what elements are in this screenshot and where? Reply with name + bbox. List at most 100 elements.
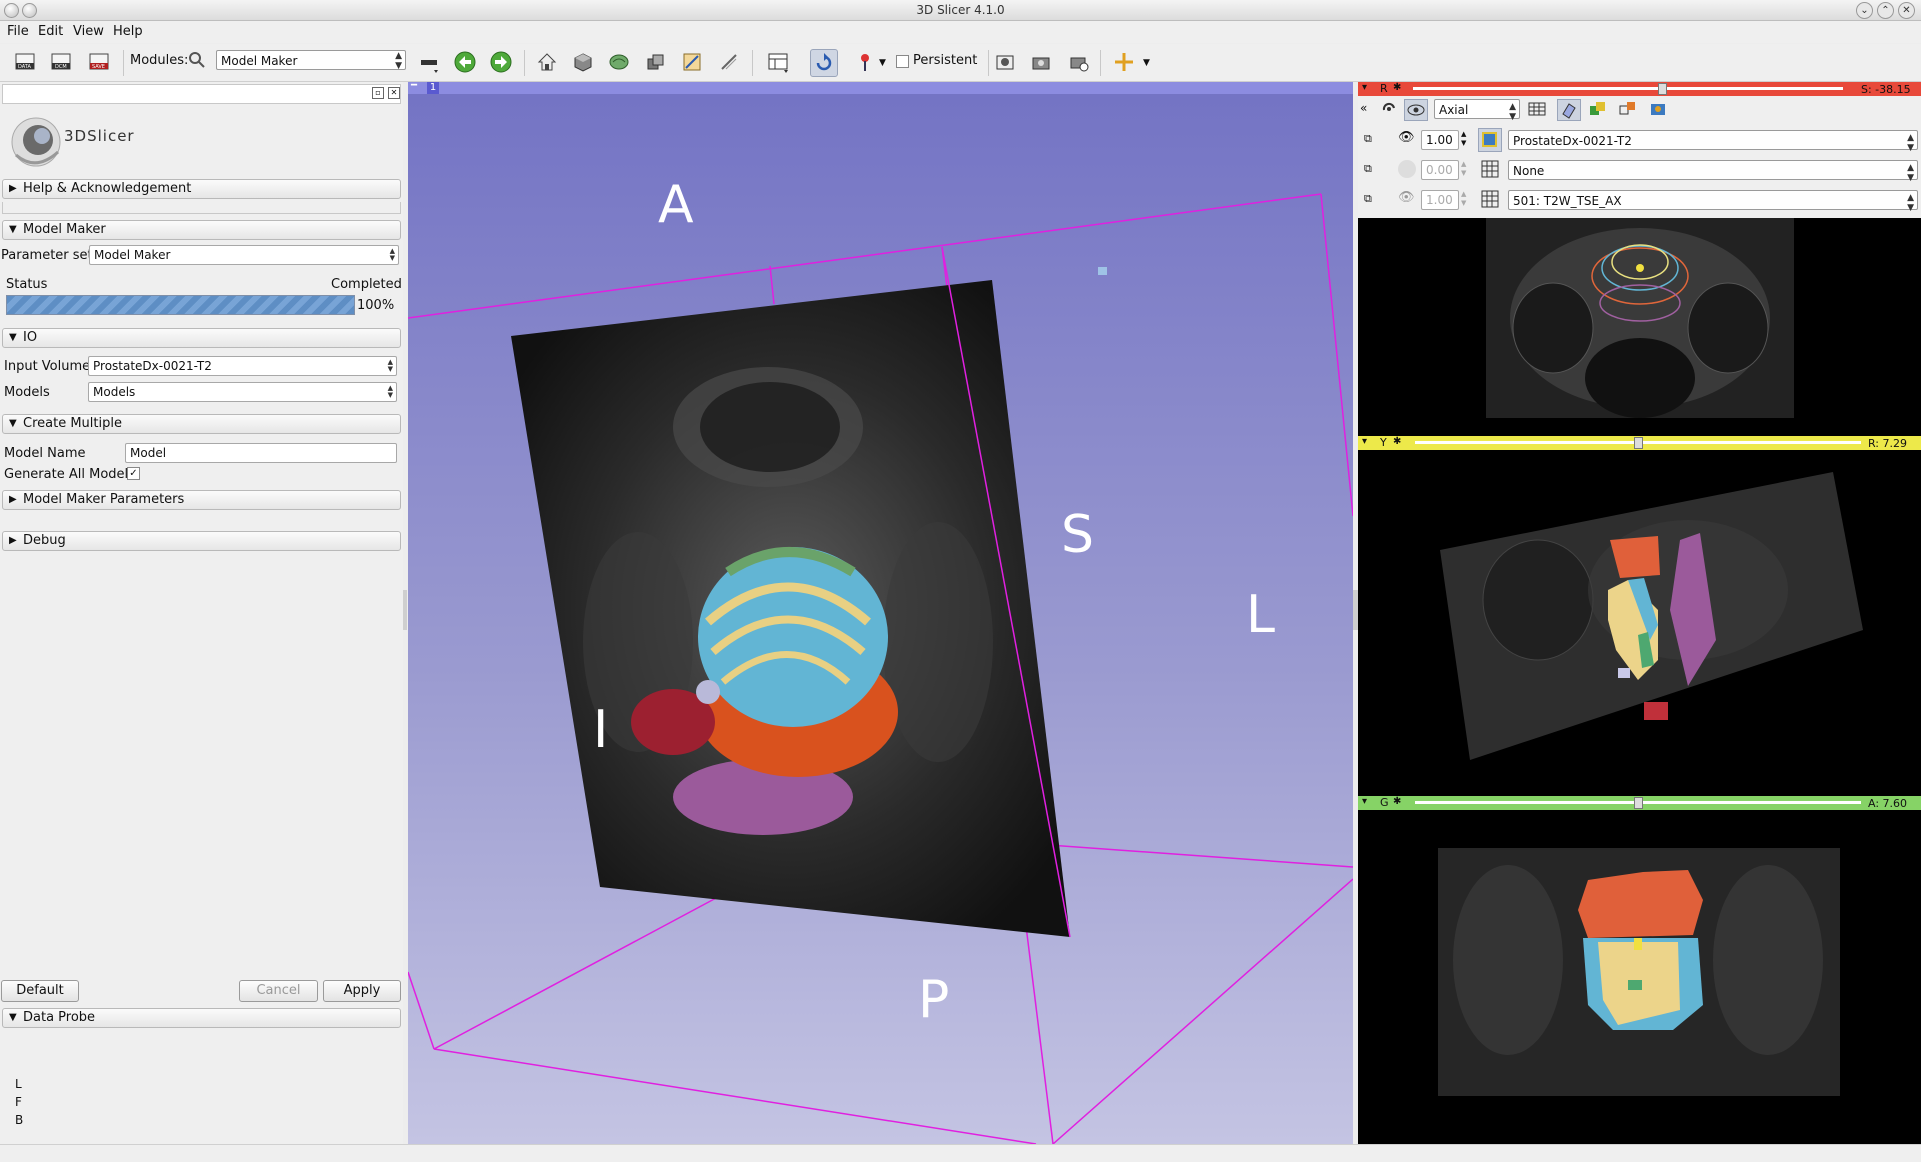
orientation-selector[interactable]: Axial ▲ ▼ — [1434, 99, 1520, 122]
green-slice-view[interactable] — [1358, 810, 1921, 1144]
module-selector[interactable]: Model Maker ▲ ▼ — [216, 50, 406, 71]
scene-snapshot-icon[interactable] — [1066, 49, 1092, 75]
slice-plane-icon[interactable] — [1557, 99, 1581, 121]
spin-arrows-icon[interactable]: ▲ ▼ — [1461, 130, 1466, 148]
screenshot-icon[interactable] — [992, 49, 1018, 75]
label-link-icon[interactable]: ⧉ — [1364, 192, 1372, 206]
pin-icon[interactable]: ▾ — [1362, 436, 1367, 447]
link-icon[interactable]: ✱ — [1393, 796, 1401, 807]
apply-button[interactable]: Apply — [323, 980, 401, 1002]
bg-link-icon[interactable]: ⧉ — [1364, 162, 1372, 176]
link-icon[interactable]: ✱ — [1393, 436, 1401, 447]
close-icon[interactable]: ✕ — [1898, 2, 1915, 19]
default-button[interactable]: Default — [1, 980, 79, 1002]
cancel-button[interactable]: Cancel — [239, 980, 318, 1002]
persistent-checkbox[interactable] — [896, 55, 909, 68]
menu-file[interactable]: File — [7, 24, 29, 39]
link-views-icon[interactable] — [1380, 100, 1398, 122]
view-3d[interactable]: A S L I P — [408, 82, 1353, 1144]
red-slice-view[interactable] — [1358, 218, 1921, 436]
minimize-icon[interactable]: ⌄ — [1856, 2, 1873, 19]
back-icon[interactable] — [452, 49, 478, 75]
fg-opacity-input[interactable]: 1.00 — [1421, 130, 1459, 150]
home-icon[interactable] — [534, 49, 560, 75]
fg-link-icon[interactable]: ⧉ — [1364, 132, 1372, 146]
view-3d-controller-bar[interactable]: ━ 1 — [408, 80, 1353, 94]
link-icon[interactable]: ✱ — [1393, 82, 1401, 93]
section-create-multiple[interactable]: ▼ Create Multiple — [2, 414, 401, 434]
red-slice-slider[interactable] — [1413, 87, 1843, 90]
panel-splitter[interactable] — [403, 590, 407, 630]
label-opacity-input[interactable]: 1.00 — [1421, 190, 1459, 210]
crosshair-dropdown-icon[interactable]: ▼ — [1143, 58, 1150, 68]
section-model-maker[interactable]: ▼ Model Maker — [2, 220, 401, 240]
yellow-slice-bar[interactable]: ▾ Y ✱ R: 7.29 — [1358, 436, 1921, 450]
layout-icon[interactable] — [416, 49, 442, 75]
bg-opacity-input[interactable]: 0.00 — [1421, 160, 1459, 180]
crosshair-icon[interactable] — [1111, 49, 1137, 75]
cube-icon[interactable] — [570, 49, 596, 75]
yellow-slice-letter: Y — [1380, 436, 1387, 449]
compositing-icon[interactable] — [1588, 100, 1608, 122]
menu-help[interactable]: Help — [113, 24, 143, 39]
section-data-probe[interactable]: ▼ Data Probe — [2, 1008, 401, 1028]
menu-view[interactable]: View — [73, 24, 104, 39]
yellow-slice-view[interactable] — [1358, 450, 1921, 796]
section-model-maker-parameters[interactable]: ▶ Model Maker Parameters — [2, 490, 401, 510]
app-menu-icon[interactable] — [4, 3, 19, 18]
search-icon[interactable] — [188, 51, 206, 73]
bbox-edge — [769, 265, 775, 305]
bg-visibility-icon[interactable] — [1398, 160, 1416, 178]
pin-icon[interactable]: ▾ — [1362, 796, 1367, 807]
input-volume-selector[interactable]: ProstateDx-0021-T2 ▲ ▼ — [88, 356, 397, 376]
models-selector[interactable]: Models ▲ ▼ — [88, 382, 397, 402]
grid-layout-icon[interactable] — [765, 49, 791, 75]
label-volume-icon[interactable] — [1481, 190, 1499, 212]
spacing-icon[interactable] — [1618, 100, 1638, 122]
close-panel-icon[interactable]: ✕ — [388, 87, 400, 99]
model-name-input[interactable]: Model — [125, 443, 397, 463]
generate-all-checkbox[interactable]: ✓ — [127, 467, 140, 480]
dcm-icon[interactable]: DCM — [48, 49, 74, 75]
transform-icon[interactable] — [716, 49, 742, 75]
fiducial-icon[interactable] — [852, 49, 878, 75]
section-help[interactable]: ▶ Help & Acknowledgement — [2, 179, 401, 199]
fg-visibility-icon[interactable]: 👁 — [1398, 130, 1415, 145]
fg-volume-icon[interactable] — [1478, 128, 1502, 152]
pin-icon[interactable]: ━ — [411, 80, 417, 91]
sticky-icon[interactable] — [22, 3, 37, 18]
editor-icon[interactable] — [679, 49, 705, 75]
maximize-icon[interactable]: ⌃ — [1877, 2, 1894, 19]
yellow-slice-slider-knob[interactable] — [1634, 437, 1643, 449]
section-io[interactable]: ▼ IO — [2, 328, 401, 348]
grid-icon[interactable] — [1527, 100, 1547, 122]
green-slice-bar[interactable]: ▾ G ✱ A: 7.60 — [1358, 796, 1921, 810]
data-icon[interactable]: DATA — [12, 49, 38, 75]
fg-volume-selector[interactable]: ProstateDx-0021-T2 ▲ ▼ — [1508, 130, 1918, 153]
collapse-controller-icon[interactable]: « — [1360, 101, 1367, 115]
bg-volume-icon[interactable] — [1481, 160, 1499, 182]
rotate-icon[interactable] — [810, 49, 838, 77]
red-slice-slider-knob[interactable] — [1658, 83, 1668, 95]
pin-icon[interactable]: ▾ — [1362, 82, 1367, 93]
camera-icon[interactable] — [1028, 49, 1054, 75]
menu-edit[interactable]: Edit — [38, 24, 63, 39]
volumes-icon[interactable] — [643, 49, 669, 75]
bg-volume-selector[interactable]: None ▲ ▼ — [1508, 160, 1918, 183]
fiducial-dropdown-icon[interactable]: ▼ — [879, 58, 886, 68]
label-volume-selector[interactable]: 501: T2W_TSE_AX ▲ ▼ — [1508, 190, 1918, 213]
label-visibility-icon[interactable]: 👁 — [1398, 190, 1415, 205]
green-slice-slider-knob[interactable] — [1634, 797, 1643, 809]
save-icon[interactable]: SAVE — [86, 49, 112, 75]
spin-arrows-icon[interactable]: ▲ ▼ — [1461, 190, 1466, 208]
forward-icon[interactable] — [488, 49, 514, 75]
undock-icon[interactable]: ▫ — [372, 87, 384, 99]
view-3d-scene — [408, 193, 1353, 1144]
spin-arrows-icon[interactable]: ▲ ▼ — [1461, 160, 1466, 178]
red-slice-bar[interactable]: ▾ R ✱ S: -38.15 — [1358, 82, 1921, 96]
brain-icon[interactable] — [606, 49, 632, 75]
lightbox-icon[interactable] — [1648, 100, 1668, 122]
section-debug[interactable]: ▶ Debug — [2, 531, 401, 551]
visibility-eye-icon[interactable] — [1404, 99, 1428, 121]
parameter-set-selector[interactable]: Model Maker ▲ ▼ — [89, 245, 399, 265]
